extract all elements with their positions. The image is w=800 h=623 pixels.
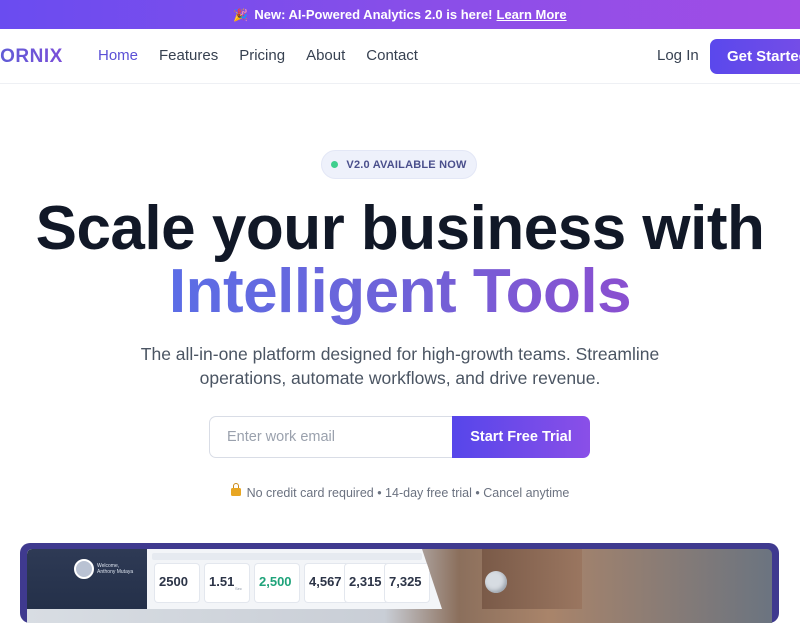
preview-stat-value: 2500 xyxy=(159,574,188,589)
nav-links: Home Features Pricing About Contact xyxy=(98,47,439,64)
hero-title-line2: Intelligent Tools xyxy=(0,258,800,326)
login-link[interactable]: Log In xyxy=(657,47,699,64)
version-badge: V2.0 AVAILABLE NOW xyxy=(321,150,477,179)
start-free-trial-button[interactable]: Start Free Trial xyxy=(452,416,590,458)
announcement-text: New: AI-Powered Analytics 2.0 is here! xyxy=(254,7,493,22)
preview-sidebar xyxy=(27,549,147,609)
learn-more-link[interactable]: Learn More xyxy=(497,7,567,22)
preview-user-name: Anthony Mutaya xyxy=(97,569,134,575)
preview-stat-card: 4,567 xyxy=(305,564,349,602)
preview-stat-card: 2,500 xyxy=(255,564,299,602)
laptop-screen: Welcome, Anthony Mutaya 2500 1.51 Sec 2,… xyxy=(27,549,442,609)
preview-stat-unit: Sec xyxy=(235,586,242,591)
logo[interactable]: LORNIX xyxy=(0,46,63,68)
preview-door-knob xyxy=(485,571,507,593)
preview-stat-value: 2,500 xyxy=(259,574,292,589)
lock-icon xyxy=(230,483,241,497)
trial-note-text: No credit card required • 14-day free tr… xyxy=(246,486,570,500)
hero-subtitle: The all-in-one platform designed for hig… xyxy=(140,344,660,388)
preview-stat-value: 7,325 xyxy=(389,574,422,589)
avatar xyxy=(74,559,94,579)
dashboard-preview: Welcome, Anthony Mutaya 2500 1.51 Sec 2,… xyxy=(20,543,779,623)
hero-title-line1: Scale your business with xyxy=(35,194,765,263)
trial-note: No credit card required • 14-day free tr… xyxy=(0,483,800,500)
preview-screenshot: Welcome, Anthony Mutaya 2500 1.51 Sec 2,… xyxy=(27,549,772,623)
preview-stat-card: 7,325 xyxy=(385,564,429,602)
nav-link-about[interactable]: About xyxy=(306,47,345,64)
top-navigation: LORNIX Home Features Pricing About Conta… xyxy=(0,29,800,84)
nav-link-features[interactable]: Features xyxy=(159,47,218,64)
preview-topbar xyxy=(152,553,422,560)
preview-stat-value: 2,315 xyxy=(349,574,382,589)
preview-stat-value: 1.51 xyxy=(209,574,235,589)
preview-user: Welcome, Anthony Mutaya xyxy=(97,563,133,575)
preview-stat-card: 1.51 Sec xyxy=(205,564,249,602)
preview-stat-card: 2,315 xyxy=(345,564,389,602)
preview-stat-card: 2500 xyxy=(155,564,199,602)
nav-link-contact[interactable]: Contact xyxy=(366,47,418,64)
version-badge-label: V2.0 AVAILABLE NOW xyxy=(346,158,467,171)
status-dot-icon xyxy=(331,161,339,168)
nav-link-home[interactable]: Home xyxy=(98,47,138,64)
nav-link-pricing[interactable]: Pricing xyxy=(239,47,285,64)
preview-stat-value: 4,567 xyxy=(309,574,342,589)
announcement-bar: 🎉 New: AI-Powered Analytics 2.0 is here!… xyxy=(0,0,800,29)
get-started-button[interactable]: Get Started xyxy=(710,39,800,74)
party-popper-icon: 🎉 xyxy=(233,7,249,22)
hero-title-gradient-text: Intelligent Tools xyxy=(168,257,632,326)
email-field[interactable] xyxy=(209,416,453,458)
